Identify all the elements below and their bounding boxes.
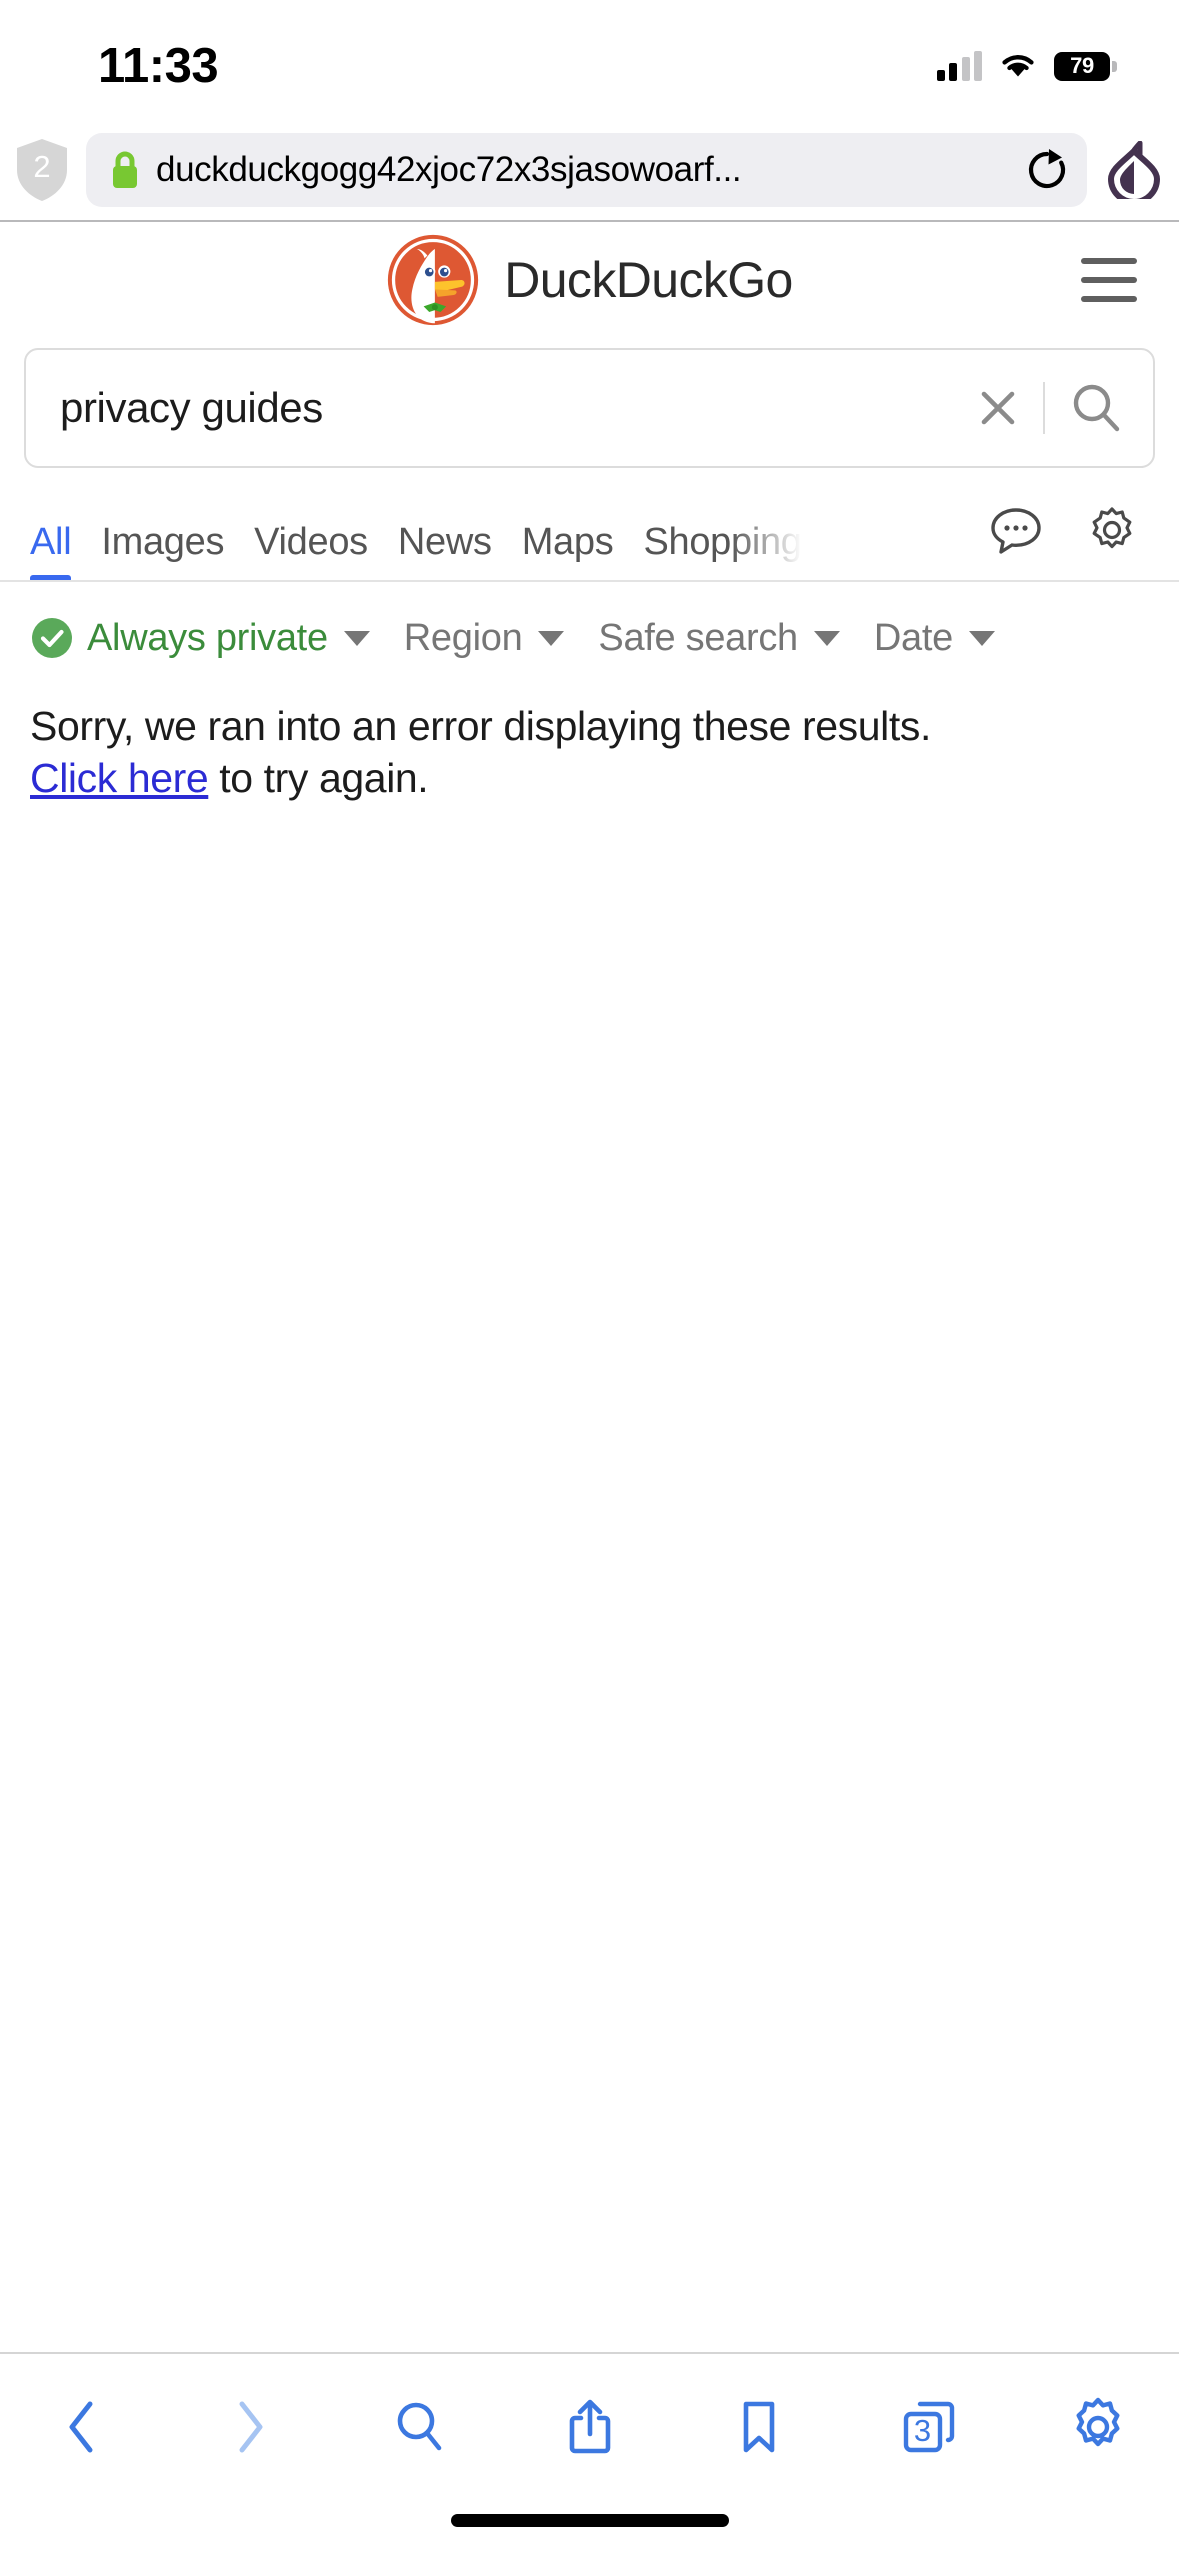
chevron-right-icon [239,2401,262,2453]
wifi-icon [1002,55,1034,77]
web-page-content: DuckDuckGo privacy guides All Images Vid… [0,222,1179,2352]
duckduckgo-duck-icon [388,234,479,326]
tab-all[interactable]: All [30,521,72,580]
gear-icon[interactable] [1085,503,1139,557]
results-error-message: Sorry, we ran into an error displaying t… [0,660,1179,805]
search-area: privacy guides [0,338,1179,468]
filter-always-private[interactable]: Always private [30,616,370,660]
filter-label: Safe search [598,616,798,659]
filter-date[interactable]: Date [874,617,995,660]
chevron-down-icon [813,630,840,646]
status-indicators: 79 [936,51,1117,81]
tab-maps[interactable]: Maps [522,521,614,580]
tab-count-badge: 3 [913,2413,932,2448]
chevron-down-icon [968,630,995,646]
bookmarks-button[interactable] [722,2390,796,2464]
tabs-action-icons [963,503,1179,571]
home-indicator[interactable] [450,2514,729,2527]
tab-images[interactable]: Images [101,521,224,580]
filter-region[interactable]: Region [404,617,565,660]
retry-link[interactable]: Click here [30,755,209,801]
address-field[interactable]: duckduckgogg42xjoc72x3sjasowoarf... [86,133,1087,207]
site-brand-name: DuckDuckGo [504,252,793,308]
error-retry-line: Click here to try again. [30,752,1149,804]
search-input[interactable]: privacy guides [24,348,1155,468]
forward-button[interactable] [214,2390,288,2464]
share-icon [569,2399,610,2454]
tab-shopping[interactable]: Shopping [643,521,802,580]
chevron-down-icon [343,630,370,646]
browser-url-bar: 2 duckduckgogg42xjoc72x3sjasowoarf... [0,120,1179,220]
tracker-shield-button[interactable]: 2 [10,138,74,202]
onion-browser-icon [1107,141,1161,199]
search-query-text: privacy guides [60,384,323,431]
search-icon[interactable] [1069,381,1123,435]
settings-button[interactable] [1061,2390,1135,2464]
check-circle-icon [32,618,72,658]
tab-news[interactable]: News [398,521,492,580]
gear-icon [1076,2397,1120,2447]
search-icon [397,2402,442,2451]
chat-bubble-icon[interactable] [989,503,1043,557]
search-divider [1043,382,1045,434]
back-button[interactable] [44,2390,118,2464]
tab-videos[interactable]: Videos [254,521,368,580]
site-header: DuckDuckGo [0,222,1179,338]
duckduckgo-logo[interactable]: DuckDuckGo [386,233,793,327]
phone-screen: 11:33 79 2 duckduckgogg42xjoc72x3sjasowo… [0,0,1179,2556]
battery-icon: 79 [1054,51,1117,81]
bookmark-icon [743,2401,775,2453]
reload-icon[interactable] [1025,148,1069,192]
tabs-button[interactable]: 3 [892,2390,966,2464]
close-icon[interactable] [975,385,1021,431]
browser-bottom-toolbar: 3 [0,2352,1179,2500]
error-retry-suffix: to try again. [208,755,429,802]
filter-label: Date [873,616,953,659]
filter-safe-search[interactable]: Safe search [598,616,840,660]
status-bar: 11:33 79 [0,0,1179,120]
chevron-down-icon [538,630,565,646]
hamburger-menu-icon[interactable] [1081,258,1137,302]
onion-browser-button[interactable] [1103,139,1165,201]
status-time: 11:33 [98,39,219,93]
cellular-signal-icon [936,51,982,81]
find-in-page-button[interactable] [383,2390,457,2464]
filter-label: Always private [87,616,328,659]
search-vertical-tabs: All Images Videos News Maps Shopping [0,494,1179,582]
tabs-scroll-container[interactable]: All Images Videos News Maps Shopping [0,494,963,580]
lock-icon [113,151,137,188]
share-button[interactable] [553,2390,627,2464]
battery-percent: 79 [1070,53,1094,78]
search-filters: Always private Region Safe search Date [0,582,1179,660]
chevron-left-icon [69,2401,93,2453]
error-primary-text: Sorry, we ran into an error displaying t… [30,703,931,749]
tracker-count: 2 [33,149,51,184]
filter-label: Region [403,616,523,659]
url-text: duckduckgogg42xjoc72x3sjasowoarf... [156,150,742,189]
home-indicator-area [0,2500,1179,2556]
